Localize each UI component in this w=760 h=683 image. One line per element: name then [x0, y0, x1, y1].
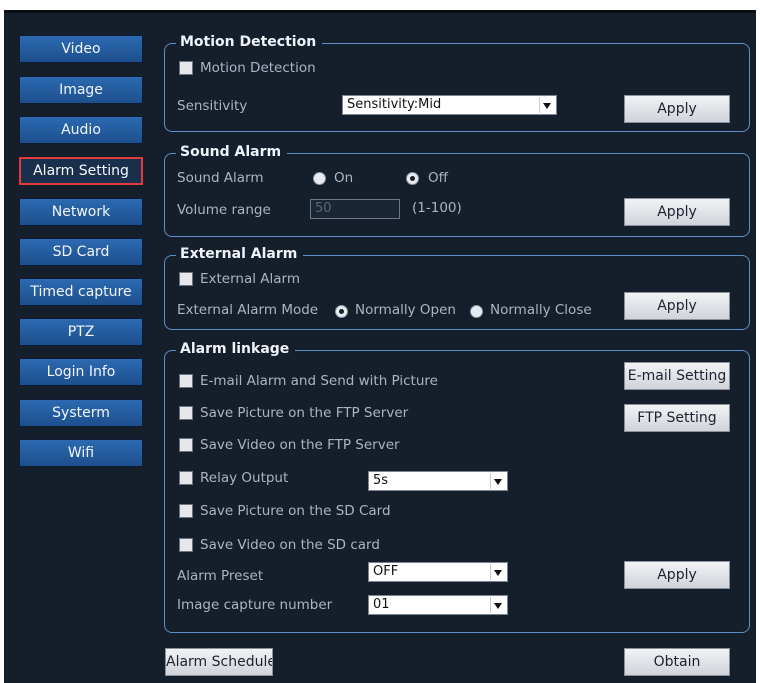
settings-window: Video Image Audio Alarm Setting Network …	[4, 10, 756, 683]
linkage-apply-button[interactable]: Apply	[624, 561, 730, 589]
alarm-schedule-button[interactable]: Alarm Schedule	[165, 648, 273, 676]
chevron-down-icon	[490, 597, 506, 613]
sound-on-label: On	[334, 170, 354, 186]
alarm-preset-value: OFF	[373, 564, 399, 579]
sidebar-item-video[interactable]: Video	[19, 35, 143, 63]
relay-output-checkbox[interactable]	[179, 471, 193, 485]
normally-open-label: Normally Open	[355, 302, 456, 318]
external-alarm-checkbox[interactable]	[179, 272, 193, 286]
sidebar-item-login-info[interactable]: Login Info	[19, 358, 143, 386]
volume-input[interactable]: 50	[310, 199, 400, 219]
relay-output-label: Relay Output	[200, 470, 289, 486]
motion-detection-legend: Motion Detection	[176, 33, 323, 51]
chevron-down-icon	[539, 97, 555, 113]
email-alarm-checkbox[interactable]	[179, 374, 193, 388]
email-alarm-label: E-mail Alarm and Send with Picture	[200, 373, 438, 389]
sd-video-checkbox[interactable]	[179, 538, 193, 552]
external-apply-button[interactable]: Apply	[624, 292, 730, 320]
sd-video-label: Save Video on the SD card	[200, 537, 380, 553]
alarm-preset-label: Alarm Preset	[177, 568, 264, 584]
sidebar-item-wifi[interactable]: Wifi	[19, 439, 143, 467]
ftp-video-checkbox[interactable]	[179, 438, 193, 452]
alarm-linkage-group	[164, 350, 750, 633]
sidebar-item-audio[interactable]: Audio	[19, 116, 143, 144]
external-alarm-mode-label: External Alarm Mode	[177, 302, 319, 318]
image-capture-number-select[interactable]: 01	[368, 595, 508, 615]
volume-range-label: Volume range	[177, 202, 271, 218]
sensitivity-value: Sensitivity:Mid	[347, 97, 442, 112]
sound-off-radio[interactable]	[406, 172, 419, 185]
ftp-setting-button[interactable]: FTP Setting	[624, 404, 730, 432]
chevron-down-icon	[490, 564, 506, 580]
relay-output-value: 5s	[373, 473, 389, 488]
external-alarm-label: External Alarm	[200, 271, 301, 287]
sound-alarm-legend: Sound Alarm	[176, 143, 288, 161]
sidebar-item-network[interactable]: Network	[19, 198, 143, 226]
sidebar-item-sd-card[interactable]: SD Card	[19, 238, 143, 266]
alarm-linkage-legend: Alarm linkage	[176, 340, 296, 358]
normally-open-radio[interactable]	[335, 305, 348, 318]
volume-hint: (1-100)	[412, 200, 462, 216]
sensitivity-label: Sensitivity	[177, 98, 248, 114]
chevron-down-icon	[490, 473, 506, 489]
sound-apply-button[interactable]: Apply	[624, 198, 730, 226]
email-setting-button[interactable]: E-mail Setting	[624, 362, 730, 390]
sidebar-item-image[interactable]: Image	[19, 76, 143, 104]
sensitivity-select[interactable]: Sensitivity:Mid	[342, 95, 557, 115]
image-capture-number-label: Image capture number	[177, 597, 333, 613]
ftp-picture-checkbox[interactable]	[179, 406, 193, 420]
ftp-video-label: Save Video on the FTP Server	[200, 437, 400, 453]
motion-apply-button[interactable]: Apply	[624, 95, 730, 123]
sidebar-item-ptz[interactable]: PTZ	[19, 318, 143, 346]
obtain-button[interactable]: Obtain	[624, 648, 730, 676]
sidebar-item-systerm[interactable]: Systerm	[19, 399, 143, 427]
ftp-picture-label: Save Picture on the FTP Server	[200, 405, 409, 421]
sidebar-item-timed-capture[interactable]: Timed capture	[19, 278, 143, 306]
relay-output-select[interactable]: 5s	[368, 471, 508, 491]
sound-alarm-label: Sound Alarm	[177, 170, 264, 186]
motion-detection-label: Motion Detection	[200, 60, 316, 76]
image-capture-number-value: 01	[373, 597, 390, 612]
sd-picture-label: Save Picture on the SD Card	[200, 503, 391, 519]
motion-detection-checkbox[interactable]	[179, 61, 193, 75]
sd-picture-checkbox[interactable]	[179, 504, 193, 518]
alarm-preset-select[interactable]: OFF	[368, 562, 508, 582]
sound-off-label: Off	[428, 170, 448, 186]
external-alarm-legend: External Alarm	[176, 245, 304, 263]
normally-close-radio[interactable]	[470, 305, 483, 318]
sound-on-radio[interactable]	[313, 172, 326, 185]
normally-close-label: Normally Close	[490, 302, 592, 318]
sidebar-item-alarm-setting[interactable]: Alarm Setting	[19, 157, 143, 185]
